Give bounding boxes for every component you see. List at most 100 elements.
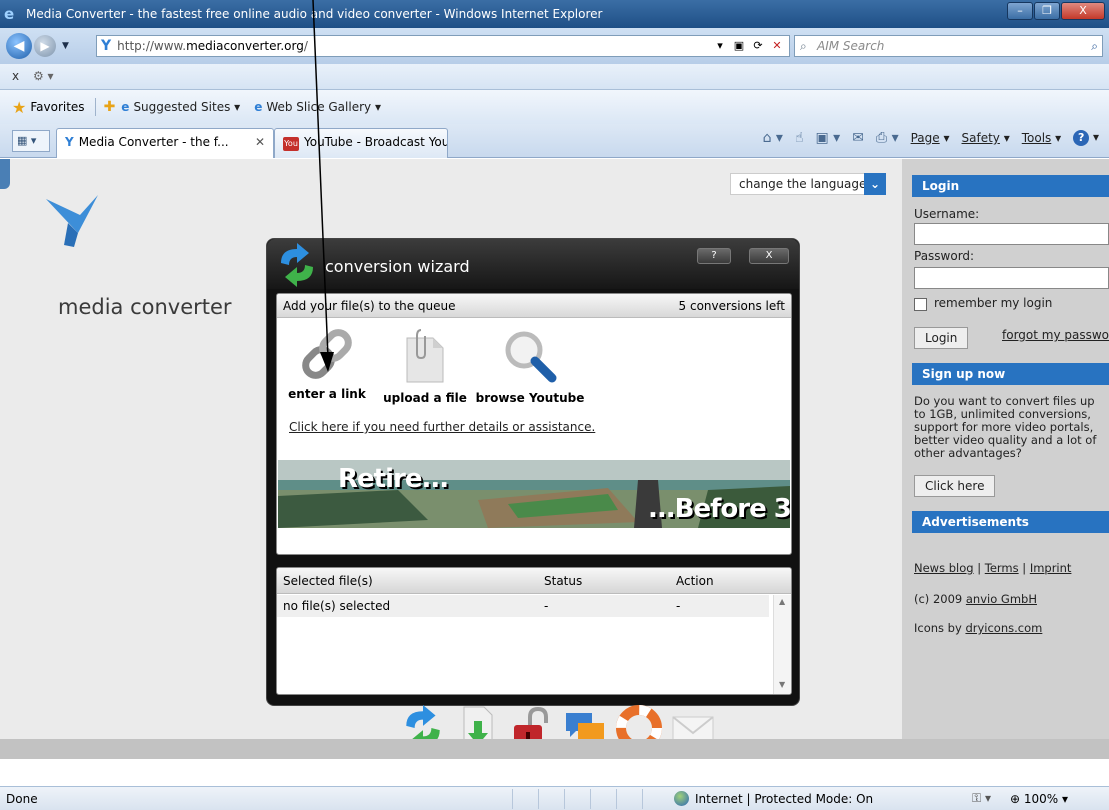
security-zone[interactable]: Internet | Protected Mode: On — [674, 791, 873, 806]
add-files-panel: Add your file(s) to the queue 5 conversi… — [276, 293, 792, 555]
tab-label: YouTube - Broadcast Your... — [304, 135, 448, 149]
toolbar-addon-icon[interactable]: ⚙ ▾ — [33, 69, 54, 83]
wizard-help-button[interactable]: ? — [697, 248, 731, 264]
dryicons-link[interactable]: dryicons.com — [965, 621, 1042, 635]
favorites-star-icon[interactable]: ★ — [12, 98, 26, 117]
tab-youtube[interactable]: You YouTube - Broadcast Your... — [274, 128, 448, 158]
page-menu[interactable]: Page ▾ — [911, 131, 950, 145]
web-slice-gallery-link[interactable]: e Web Slice Gallery ▾ — [254, 100, 381, 114]
toolbar-close-icon[interactable]: x — [12, 69, 19, 83]
enter-link-label: enter a link — [288, 387, 366, 401]
username-label: Username: — [914, 207, 980, 221]
compatibility-icon[interactable]: ▣ — [731, 38, 747, 54]
upload-file-label: upload a file — [383, 391, 467, 405]
help-assistance-link[interactable]: Click here if you need further details o… — [289, 420, 595, 434]
zoom-value: 100% — [1023, 792, 1059, 806]
site-logo[interactable]: media converter — [44, 193, 232, 319]
login-button[interactable]: Login — [914, 327, 969, 349]
search-go-icon[interactable]: ⌕ — [1091, 36, 1098, 56]
tools-menu[interactable]: Tools ▾ — [1022, 131, 1061, 145]
icons-prefix: Icons by — [914, 621, 966, 635]
zoom-level[interactable]: ⊕ 100% ▾ — [1010, 792, 1068, 806]
remember-login-checkbox[interactable] — [914, 298, 927, 311]
status-text: Done — [6, 792, 38, 806]
news-blog-link[interactable]: News blog — [914, 561, 974, 575]
forgot-password-link[interactable]: forgot my password — [1002, 328, 1109, 342]
close-tab-icon[interactable]: ✕ — [255, 129, 265, 155]
url-dropdown-icon[interactable]: ▾ — [712, 38, 728, 54]
address-bar: ◀ ▶ ▼ Y http://www.mediaconverter.org/ ▾… — [0, 28, 1109, 64]
search-input[interactable]: ⌕ AIM Search ⌕ — [794, 35, 1103, 57]
command-bar: ⌂ ▾ ☝ ▣ ▾ ✉ ⎙ ▾ Page ▾ Safety ▾ Tools ▾ … — [763, 130, 1099, 146]
scroll-up-icon[interactable]: ▲ — [779, 597, 785, 606]
url-field[interactable]: Y http://www.mediaconverter.org/ ▾ ▣ ⟳ ✕ — [96, 35, 790, 57]
favorites-button[interactable]: Favorites — [30, 100, 84, 114]
language-dropdown-icon[interactable]: ⌄ — [864, 173, 886, 195]
feeds-icon[interactable]: ▣ ▾ — [815, 130, 840, 146]
advert-banner[interactable]: Retire... ...Before 30! — [278, 460, 790, 528]
cell-status: - — [544, 599, 549, 613]
upload-file-button[interactable]: upload a file — [377, 328, 473, 405]
anvio-link[interactable]: anvio GmbH — [966, 592, 1037, 606]
convert-arrows-icon — [281, 243, 313, 287]
browse-youtube-button[interactable]: browse Youtube — [475, 328, 585, 405]
history-dropdown-icon[interactable]: ▼ — [62, 41, 69, 51]
close-window-button[interactable]: X — [1061, 2, 1105, 20]
wizard-close-button[interactable]: X — [749, 248, 789, 264]
link-separator: | — [973, 561, 985, 575]
research-icon[interactable]: ☝ — [795, 130, 804, 146]
url-buttons: ▾ ▣ ⟳ ✕ — [712, 38, 785, 54]
print-icon[interactable]: ⎙ ▾ — [876, 130, 899, 146]
favorites-bar: ★ Favorites ✚ e Suggested Sites ▾ e Web Sl… — [0, 90, 1109, 124]
wizard-title: conversion wizard — [325, 257, 470, 276]
zone-label: Internet | Protected Mode: On — [695, 791, 874, 806]
tools-menu-label: Tools — [1021, 131, 1052, 145]
logo-text: media converter — [58, 295, 232, 319]
url-domain: mediaconverter.org — [186, 39, 304, 53]
change-language-button[interactable]: change the language — [730, 173, 876, 195]
help-menu[interactable]: ? ▾ — [1073, 130, 1099, 146]
table-row[interactable]: no file(s) selected - - — [277, 595, 769, 617]
imprint-link[interactable]: Imprint — [1030, 561, 1072, 575]
back-button[interactable]: ◀ — [6, 33, 32, 59]
conversion-wizard: conversion wizard ? X Add your file(s) t… — [266, 238, 800, 706]
url-prefix: http://www. — [117, 39, 187, 53]
page-menu-label: Page — [910, 131, 940, 145]
header-action: Action — [676, 574, 714, 588]
header-selected-files: Selected file(s) — [283, 574, 373, 588]
ie-logo-icon: e — [4, 5, 15, 23]
password-label: Password: — [914, 249, 975, 263]
suggested-sites-link[interactable]: e Suggested Sites ▾ — [121, 100, 240, 114]
password-input[interactable] — [914, 267, 1109, 289]
queue-prompt: Add your file(s) to the queue — [283, 299, 456, 313]
search-placeholder: AIM Search — [817, 39, 885, 53]
minimize-icon[interactable]: – — [1007, 2, 1033, 20]
quick-tabs-button[interactable]: ▦ ▾ — [12, 130, 50, 152]
signup-heading: Sign up now — [912, 363, 1109, 385]
signup-click-here-button[interactable]: Click here — [914, 475, 996, 497]
forward-button[interactable]: ▶ — [34, 35, 56, 57]
mail-icon[interactable]: ✉ — [852, 130, 864, 146]
page-content: media converter change the language ⌄ co… — [0, 159, 1109, 759]
sidebar-tab-handle[interactable] — [0, 159, 10, 189]
add-favorite-icon[interactable]: ✚ — [104, 99, 116, 115]
safety-menu[interactable]: Safety ▾ — [962, 131, 1010, 145]
signup-description: Do you want to convert files up to 1GB, … — [914, 394, 1097, 460]
scroll-down-icon[interactable]: ▼ — [779, 680, 785, 689]
terms-link[interactable]: Terms — [985, 561, 1019, 575]
logo-mark-icon — [46, 195, 98, 247]
document-clip-icon — [406, 329, 444, 383]
site-favicon-icon: Y — [101, 38, 112, 54]
safety-menu-label: Safety — [961, 131, 1000, 145]
protected-mode-icon[interactable]: ⚿ ▾ — [972, 791, 991, 806]
enter-link-button[interactable]: enter a link — [285, 328, 369, 401]
stop-icon[interactable]: ✕ — [769, 38, 785, 54]
queue-scrollbar[interactable]: ▲ ▼ — [773, 595, 791, 694]
tab-media-converter[interactable]: Y Media Converter - the f... ✕ — [56, 128, 274, 158]
refresh-icon[interactable]: ⟳ — [750, 38, 766, 54]
url-text[interactable]: http://www.mediaconverter.org/ — [117, 39, 308, 53]
username-input[interactable] — [914, 223, 1109, 245]
home-icon[interactable]: ⌂ ▾ — [763, 130, 783, 146]
maximize-icon[interactable]: ❐ — [1034, 2, 1060, 20]
status-cells — [512, 789, 668, 809]
